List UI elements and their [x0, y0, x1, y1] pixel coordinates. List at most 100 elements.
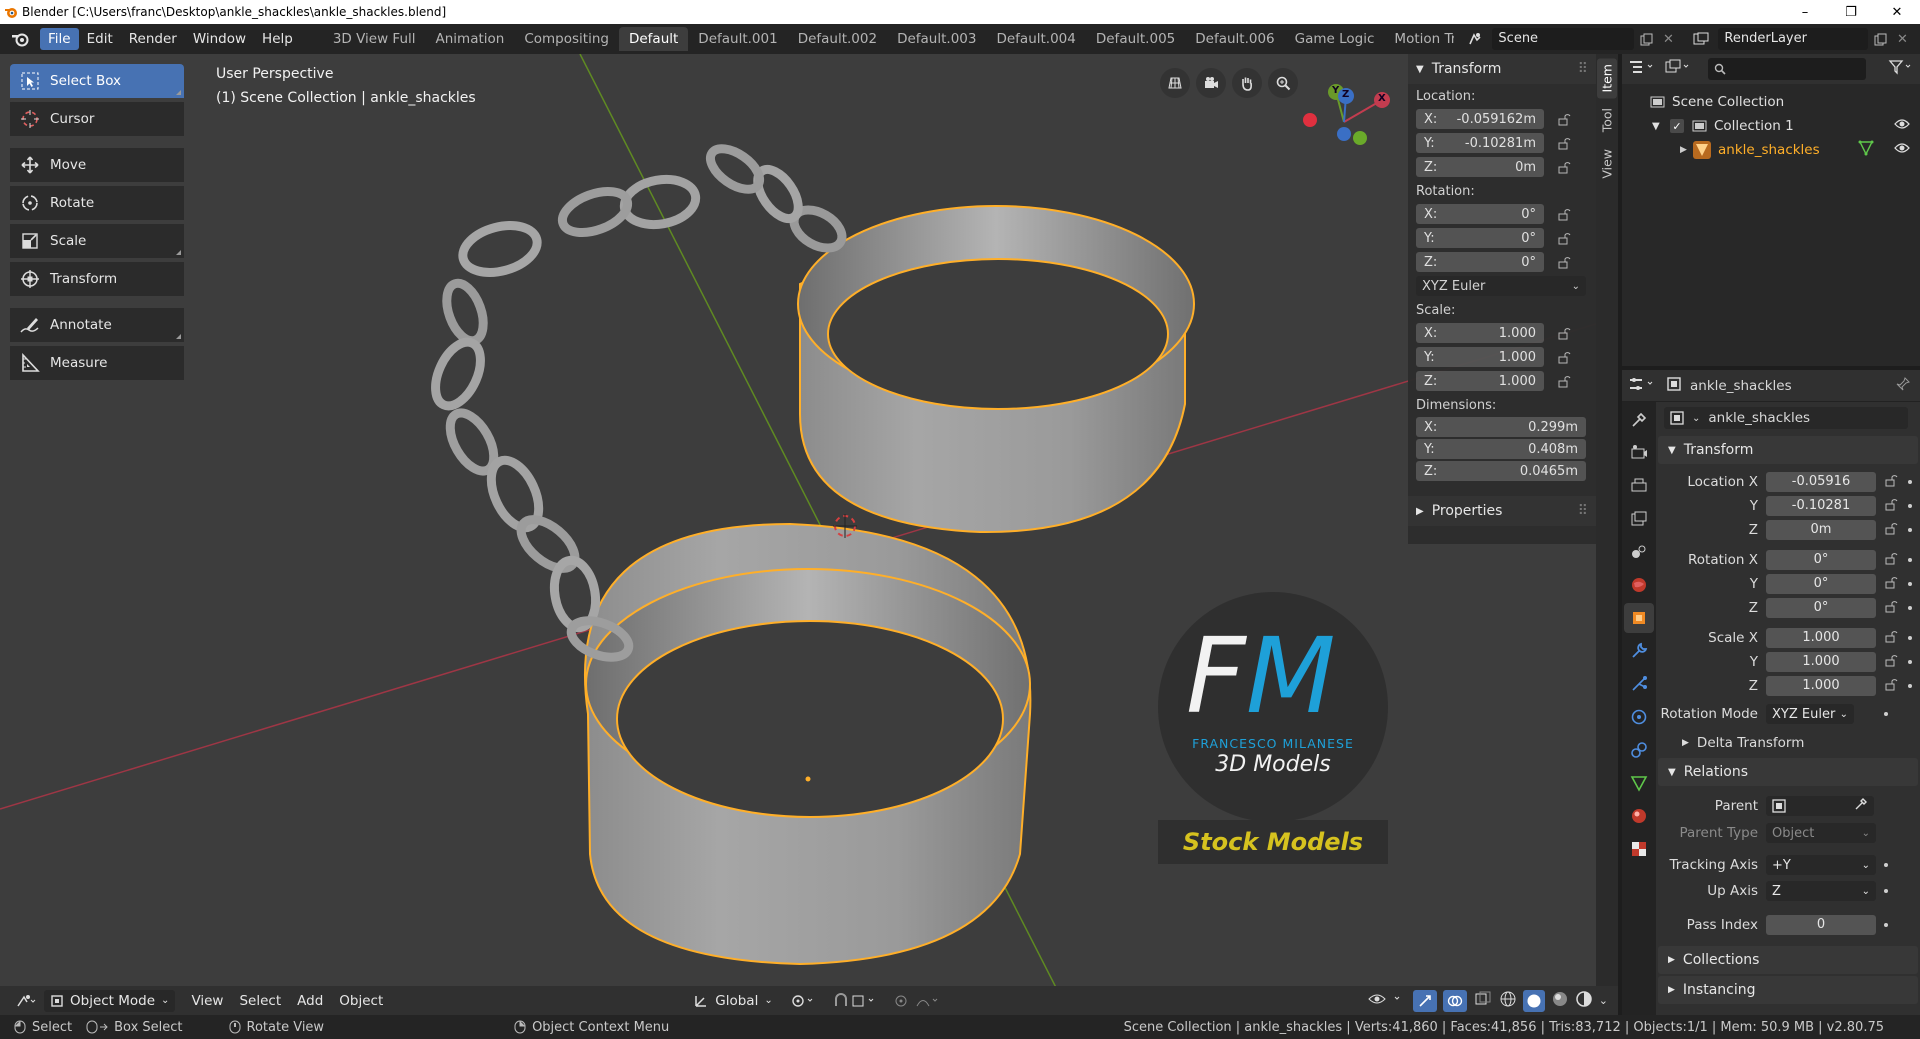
maximize-button[interactable]: ❐	[1828, 0, 1874, 24]
output-settings-icon[interactable]	[1624, 471, 1654, 501]
keyframe-dot-icon[interactable]	[1908, 480, 1912, 484]
transform-panel-header[interactable]: ▼ Transform ⠿	[1408, 54, 1596, 84]
keyframe-dot-icon[interactable]	[1884, 712, 1888, 716]
keyframe-dot-icon[interactable]	[1908, 606, 1912, 610]
material-shading-icon[interactable]	[1551, 990, 1569, 1012]
outliner-editor-type-icon[interactable]	[1628, 59, 1658, 79]
eye-icon[interactable]	[1894, 142, 1910, 158]
lock-icon[interactable]	[1884, 497, 1898, 515]
lock-icon[interactable]	[1884, 521, 1898, 539]
prop-rotation-z-field[interactable]: 0°	[1766, 598, 1876, 618]
tool-measure[interactable]: Measure	[10, 346, 184, 384]
delta-transform-subpanel[interactable]: ▶ Delta Transform	[1656, 730, 1920, 756]
xray-icon[interactable]	[1473, 991, 1493, 1011]
rotation-x-field[interactable]: X: 0°	[1416, 204, 1544, 224]
render-layer-field[interactable]: RenderLayer	[1718, 28, 1869, 50]
eye-icon[interactable]	[1894, 118, 1910, 134]
filter-icon[interactable]	[1888, 59, 1914, 79]
menu-render[interactable]: Render	[121, 28, 185, 50]
prop-scale-z-field[interactable]: 1.000	[1766, 676, 1876, 696]
lock-icon[interactable]	[1552, 160, 1576, 174]
shading-options-chevron-icon[interactable]: ⌄	[1599, 994, 1608, 1007]
material-properties-icon[interactable]	[1624, 801, 1654, 831]
outliner-search-input[interactable]	[1708, 58, 1866, 80]
properties-panel-header[interactable]: ▶ Properties ⠿	[1408, 496, 1596, 526]
keyframe-dot-icon[interactable]	[1908, 504, 1912, 508]
menu-file[interactable]: File	[40, 28, 79, 50]
zoom-icon[interactable]	[1268, 68, 1298, 98]
workspace-tab[interactable]: Default.006	[1185, 27, 1284, 51]
lock-icon[interactable]	[1552, 112, 1576, 126]
prop-rotation-mode-select[interactable]: XYZ Euler ⌄	[1766, 704, 1854, 724]
lock-icon[interactable]	[1884, 575, 1898, 593]
instancing-section-header[interactable]: ▶ Instancing	[1658, 976, 1918, 1004]
menu-view[interactable]: View	[183, 990, 231, 1012]
tab-item[interactable]: Item	[1597, 58, 1617, 99]
delete-layer-icon[interactable]: ✕	[1892, 32, 1912, 47]
blender-menu-icon[interactable]	[0, 31, 40, 47]
editor-type-icon[interactable]	[8, 990, 44, 1012]
workspace-tab[interactable]: Default.004	[986, 27, 1085, 51]
lock-icon[interactable]	[1884, 653, 1898, 671]
lock-icon[interactable]	[1552, 350, 1576, 364]
object-name-field[interactable]: ⌄ ankle_shackles	[1664, 407, 1908, 429]
workspace-tab[interactable]: Default.003	[887, 27, 986, 51]
workspace-tab[interactable]: Default.001	[688, 27, 787, 51]
solid-shading-icon[interactable]	[1522, 989, 1545, 1012]
3d-viewport[interactable]: User Perspective (1) Scene Collection | …	[0, 54, 1596, 1015]
lock-icon[interactable]	[1552, 326, 1576, 340]
workspace-tab[interactable]: Compositing	[514, 27, 619, 51]
pin-icon[interactable]	[1896, 376, 1910, 395]
menu-select[interactable]: Select	[231, 990, 289, 1012]
minimize-button[interactable]: –	[1782, 0, 1828, 24]
rendered-shading-icon[interactable]	[1575, 990, 1593, 1012]
render-settings-icon[interactable]	[1624, 438, 1654, 468]
workspace-tab[interactable]: Default.005	[1086, 27, 1185, 51]
pivot-point-icon[interactable]	[783, 990, 825, 1012]
lock-icon[interactable]	[1884, 473, 1898, 491]
location-z-field[interactable]: Z: 0m	[1416, 157, 1544, 177]
tool-annotate[interactable]: Annotate	[10, 308, 184, 346]
tab-view[interactable]: View	[1597, 143, 1617, 185]
snap-icon[interactable]	[825, 990, 885, 1012]
transform-section-header[interactable]: ▼ Transform	[1658, 436, 1918, 464]
dimensions-z-field[interactable]: Z: 0.0465m	[1416, 461, 1586, 481]
copy-scene-icon[interactable]	[1634, 33, 1658, 46]
lock-icon[interactable]	[1884, 629, 1898, 647]
properties-editor-type-icon[interactable]	[1628, 376, 1658, 396]
prop-location-z-field[interactable]: 0m	[1766, 520, 1876, 540]
workspace-tab[interactable]: Game Logic	[1285, 27, 1385, 51]
view-layer-selector[interactable]: RenderLayer ✕	[1684, 27, 1912, 51]
outliner-collection-1[interactable]: ▼ ✓ Collection 1	[1622, 114, 1920, 138]
keyframe-dot-icon[interactable]	[1908, 636, 1912, 640]
menu-edit[interactable]: Edit	[79, 28, 121, 50]
lock-icon[interactable]	[1884, 599, 1898, 617]
workspace-tab-active[interactable]: Default	[618, 27, 689, 51]
lock-icon[interactable]	[1884, 551, 1898, 569]
prop-location-x-field[interactable]: -0.05916	[1766, 472, 1876, 492]
overlay-toggle-icon[interactable]	[1442, 989, 1467, 1012]
workspace-tab[interactable]: 3D View Full	[323, 27, 426, 51]
texture-properties-icon[interactable]	[1624, 834, 1654, 864]
object-mode-select[interactable]: Object Mode ⌄	[44, 989, 176, 1012]
scale-z-field[interactable]: Z: 1.000	[1416, 371, 1544, 391]
scene-name-field[interactable]: Scene	[1492, 28, 1635, 50]
prop-scale-x-field[interactable]: 1.000	[1766, 628, 1876, 648]
transform-orientation-select[interactable]: Global ⌄	[687, 990, 778, 1012]
object-properties-icon[interactable]	[1624, 603, 1654, 633]
delete-scene-icon[interactable]: ✕	[1658, 32, 1678, 47]
parent-field[interactable]	[1766, 796, 1874, 816]
view-layer-icon[interactable]	[1624, 504, 1654, 534]
display-mode-icon[interactable]	[1664, 59, 1694, 79]
menu-add[interactable]: Add	[289, 990, 331, 1012]
up-axis-select[interactable]: Z ⌄	[1766, 881, 1876, 901]
keyframe-dot-icon[interactable]	[1908, 684, 1912, 688]
gizmo-toggle-icon[interactable]	[1412, 989, 1437, 1012]
tool-scale[interactable]: Scale	[10, 224, 184, 262]
proportional-edit-icon[interactable]	[885, 990, 949, 1012]
prop-scale-y-field[interactable]: 1.000	[1766, 652, 1876, 672]
keyframe-dot-icon[interactable]	[1908, 558, 1912, 562]
constraints-properties-icon[interactable]	[1624, 735, 1654, 765]
lock-icon[interactable]	[1552, 231, 1576, 245]
lock-icon[interactable]	[1552, 255, 1576, 269]
